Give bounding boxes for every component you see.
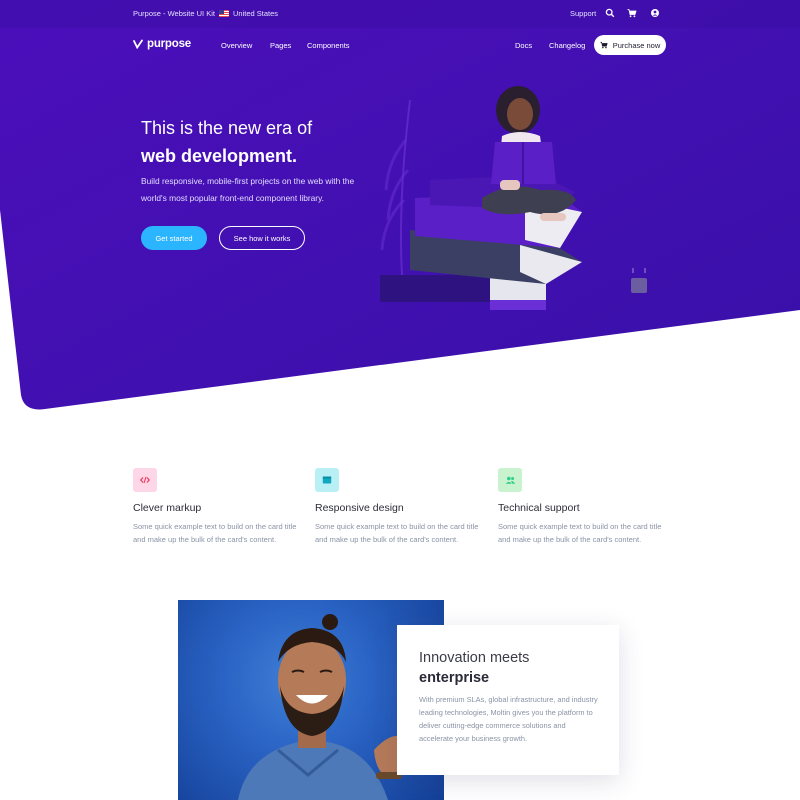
feature-title: Responsive design [315, 502, 404, 514]
brand-logo[interactable]: purpose [133, 37, 191, 51]
purchase-label: Purchase now [612, 40, 661, 50]
nav-pages[interactable]: Pages [270, 41, 291, 50]
cart-icon [600, 41, 608, 49]
cart-icon[interactable] [627, 8, 637, 18]
logo-icon [133, 39, 143, 49]
code-icon [133, 468, 157, 492]
nav-changelog[interactable]: Changelog [549, 41, 585, 50]
feature-text: Some quick example text to build on the … [315, 522, 479, 544]
feature-text: Some quick example text to build on the … [133, 522, 297, 544]
purchase-button[interactable]: Purchase now [594, 35, 666, 55]
feature-technical-support: Technical support Some quick example tex… [498, 468, 668, 546]
nav-overview[interactable]: Overview [221, 41, 252, 50]
feature-text: Some quick example text to build on the … [498, 522, 662, 544]
navbar [0, 28, 800, 64]
feature-responsive-design: Responsive design Some quick example tex… [315, 468, 485, 546]
support-link[interactable]: Support [570, 9, 596, 18]
hero-subtitle: Build responsive, mobile-first projects … [141, 176, 355, 203]
kit-label: Purpose - Website UI Kit [133, 9, 215, 18]
promo-title-line1: Innovation meets [419, 650, 530, 666]
nav-docs[interactable]: Docs [515, 41, 532, 50]
reading-woman-illustration [380, 86, 647, 310]
promo-card: Innovation meets enterprise With premium… [397, 625, 619, 775]
browser-icon [315, 468, 339, 492]
users-icon [498, 468, 522, 492]
search-icon[interactable] [605, 8, 615, 18]
promo-text: With premium SLAs, global infrastructure… [419, 695, 598, 743]
see-how-it-works-button[interactable]: See how it works [219, 226, 305, 250]
get-started-button[interactable]: Get started [141, 226, 207, 250]
feature-title: Clever markup [133, 502, 202, 514]
us-flag-icon[interactable] [219, 10, 229, 17]
top-bar: Purpose - Website UI Kit United States S… [0, 0, 800, 28]
hero-title-line1: This is the new era of [141, 118, 313, 138]
promo-title-line2: enterprise [419, 670, 490, 686]
hero-title-line2: web development. [141, 146, 298, 166]
feature-clever-markup: Clever markup Some quick example text to… [133, 468, 303, 546]
region-selector[interactable]: United States [233, 9, 278, 18]
feature-title: Technical support [498, 502, 580, 514]
brand-name: purpose [147, 38, 191, 50]
nav-components[interactable]: Components [307, 41, 350, 50]
user-icon[interactable] [650, 8, 660, 18]
